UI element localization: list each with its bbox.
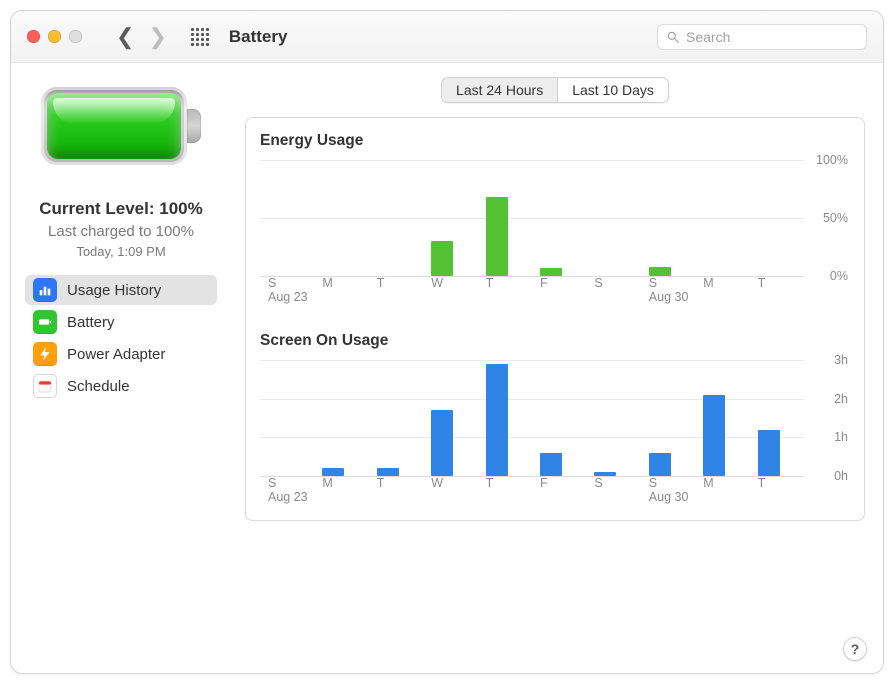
chart-bar	[322, 468, 344, 476]
sidebar-item-power-adapter[interactable]: Power Adapter	[25, 339, 217, 369]
chart-ytick-label: 100%	[816, 153, 848, 167]
sidebar-item-label: Power Adapter	[67, 346, 165, 363]
minimize-window-button[interactable]	[48, 30, 61, 43]
chart-xtick-label: F	[540, 476, 586, 490]
help-button[interactable]: ?	[843, 637, 867, 661]
search-icon	[666, 30, 680, 44]
bars-icon	[33, 278, 57, 302]
zoom-window-button[interactable]	[69, 30, 82, 43]
current-level-label: Current Level: 100%	[39, 199, 202, 219]
last-charged-time: Today, 1:09 PM	[76, 244, 165, 259]
calendar-icon	[33, 374, 57, 398]
segment-last-10-days[interactable]: Last 10 Days	[557, 78, 668, 102]
chart-ytick-label: 3h	[834, 353, 848, 367]
titlebar: ❮ ❯ Battery Search	[11, 11, 883, 63]
battery-level-graphic	[41, 87, 201, 165]
battery-preferences-window: ❮ ❯ Battery Search Current Level: 100% L…	[10, 10, 884, 674]
search-placeholder: Search	[686, 29, 730, 45]
chart-xtick-label: M	[703, 476, 749, 490]
bolt-icon	[33, 342, 57, 366]
chart-xtick-label: T	[758, 276, 804, 290]
show-all-grid-icon[interactable]	[191, 28, 209, 46]
chart-xtick-label: T	[377, 276, 423, 290]
chart-bar	[486, 197, 508, 276]
chart-ytick-label: 0%	[830, 269, 848, 283]
chart-xtick-label: M	[322, 276, 368, 290]
sidebar-item-label: Schedule	[67, 378, 130, 395]
chart-xtick-date: Aug 30	[649, 290, 695, 304]
sidebar-item-label: Usage History	[67, 282, 161, 299]
chart-bar	[758, 430, 780, 476]
chart-xtick-label: T	[758, 476, 804, 490]
charts-card: Energy Usage SAug 23MTWTFSSAug 30MT 0%50…	[245, 117, 865, 521]
battery-icon	[33, 310, 57, 334]
chart-xtick-date: Aug 30	[649, 490, 695, 504]
chart-xtick-label: S	[268, 476, 314, 490]
chart-xtick-label: T	[486, 476, 532, 490]
screen-on-usage-chart: SAug 23MTWTFSSAug 30MT 0h1h2h3h	[260, 360, 850, 510]
content: Current Level: 100% Last charged to 100%…	[11, 63, 883, 673]
energy-usage-chart: SAug 23MTWTFSSAug 30MT 0%50%100%	[260, 160, 850, 310]
sidebar-nav: Usage History Battery Power Adapter Schedul…	[25, 275, 217, 401]
sidebar-item-label: Battery	[67, 314, 115, 331]
sidebar-item-schedule[interactable]: Schedule	[25, 371, 217, 401]
chart-xtick-label: S	[594, 276, 640, 290]
window-title: Battery	[229, 27, 288, 47]
last-charged-label: Last charged to 100%	[48, 223, 194, 240]
chart-bar	[649, 267, 671, 276]
chart-ytick-label: 2h	[834, 392, 848, 406]
main-pane: Last 24 HoursLast 10 Days Energy Usage S…	[231, 63, 883, 673]
chart-xtick-date: Aug 23	[268, 290, 314, 304]
chart-xtick-label: W	[431, 476, 477, 490]
chart-bar	[377, 468, 399, 476]
chart-bar	[540, 268, 562, 276]
chart-bar	[431, 241, 453, 276]
nav-forward-button[interactable]: ❯	[144, 24, 170, 50]
search-input[interactable]: Search	[657, 24, 867, 50]
chart-bar	[703, 395, 725, 476]
energy-usage-plot: SAug 23MTWTFSSAug 30MT	[260, 160, 804, 310]
chart-xtick-label: T	[377, 476, 423, 490]
energy-usage-title: Energy Usage	[260, 132, 850, 150]
chart-xtick-label: W	[431, 276, 477, 290]
screen-on-usage-yaxis: 0h1h2h3h	[804, 360, 850, 510]
chart-xtick-label: M	[322, 476, 368, 490]
chart-bar	[649, 453, 671, 476]
chart-ytick-label: 50%	[823, 211, 848, 225]
chart-xtick-label: M	[703, 276, 749, 290]
nav-back-button[interactable]: ❮	[112, 24, 138, 50]
close-window-button[interactable]	[27, 30, 40, 43]
screen-on-usage-title: Screen On Usage	[260, 332, 850, 350]
chart-bar	[540, 453, 562, 476]
chart-bar	[486, 364, 508, 476]
window-controls	[27, 30, 82, 43]
sidebar-item-usage-history[interactable]: Usage History	[25, 275, 217, 305]
sidebar: Current Level: 100% Last charged to 100%…	[11, 63, 231, 673]
chart-xtick-label: S	[649, 476, 695, 490]
chart-xtick-date: Aug 23	[268, 490, 314, 504]
screen-on-usage-plot: SAug 23MTWTFSSAug 30MT	[260, 360, 804, 510]
segment-last-24-hours[interactable]: Last 24 Hours	[442, 78, 557, 102]
chart-ytick-label: 0h	[834, 469, 848, 483]
range-segmented-control: Last 24 HoursLast 10 Days	[245, 77, 865, 103]
chart-xtick-label: F	[540, 276, 586, 290]
energy-usage-yaxis: 0%50%100%	[804, 160, 850, 310]
chart-xtick-label: T	[486, 276, 532, 290]
sidebar-item-battery[interactable]: Battery	[25, 307, 217, 337]
chart-ytick-label: 1h	[834, 430, 848, 444]
chart-xtick-label: S	[268, 276, 314, 290]
chart-xtick-label: S	[594, 476, 640, 490]
chart-bar	[431, 410, 453, 476]
chart-xtick-label: S	[649, 276, 695, 290]
